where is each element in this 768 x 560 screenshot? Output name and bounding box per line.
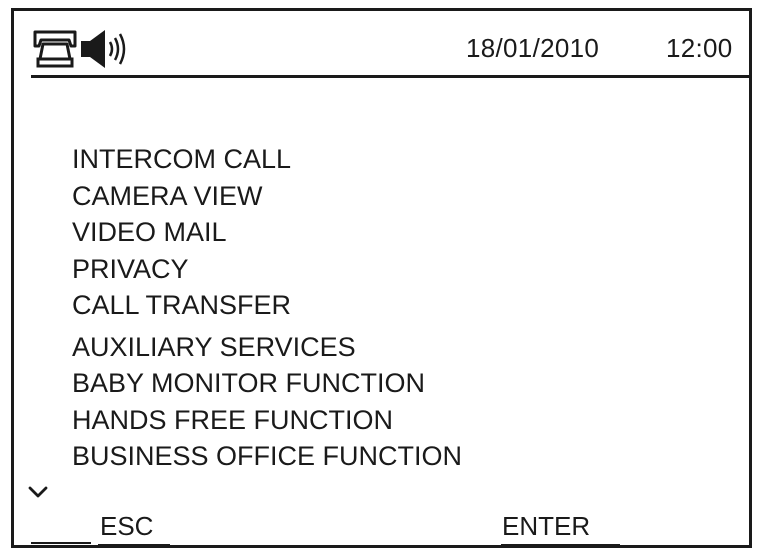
intercom-display: 18/01/2010 12:00 INTERCOM CALL CAMERA VI… <box>11 8 752 548</box>
esc-softkey[interactable]: ESC <box>98 511 170 546</box>
menu-item-video-mail[interactable]: VIDEO MAIL <box>72 214 462 251</box>
menu-item-intercom-call[interactable]: INTERCOM CALL <box>72 141 462 178</box>
menu-item-hands-free-function[interactable]: HANDS FREE FUNCTION <box>72 402 462 439</box>
enter-softkey[interactable]: ENTER <box>501 511 620 546</box>
telephone-icon <box>33 30 77 68</box>
menu-item-baby-monitor-function[interactable]: BABY MONITOR FUNCTION <box>72 365 462 402</box>
menu-item-call-transfer[interactable]: CALL TRANSFER <box>72 287 462 324</box>
speaker-volume-icon <box>81 30 126 68</box>
menu-item-privacy[interactable]: PRIVACY <box>72 251 462 288</box>
chevron-down-icon[interactable] <box>28 485 48 499</box>
status-divider <box>31 75 751 78</box>
status-date: 18/01/2010 <box>466 33 600 63</box>
status-bar: 18/01/2010 12:00 <box>14 11 749 73</box>
menu-item-camera-view[interactable]: CAMERA VIEW <box>72 178 462 215</box>
menu-item-auxiliary-services[interactable]: AUXILIARY SERVICES <box>72 329 462 366</box>
status-time: 12:00 <box>666 33 733 63</box>
menu-item-business-office-function[interactable]: BUSINESS OFFICE FUNCTION <box>72 438 462 475</box>
softkey-divider-left <box>31 542 91 544</box>
main-menu: INTERCOM CALL CAMERA VIEW VIDEO MAIL PRI… <box>72 141 462 475</box>
